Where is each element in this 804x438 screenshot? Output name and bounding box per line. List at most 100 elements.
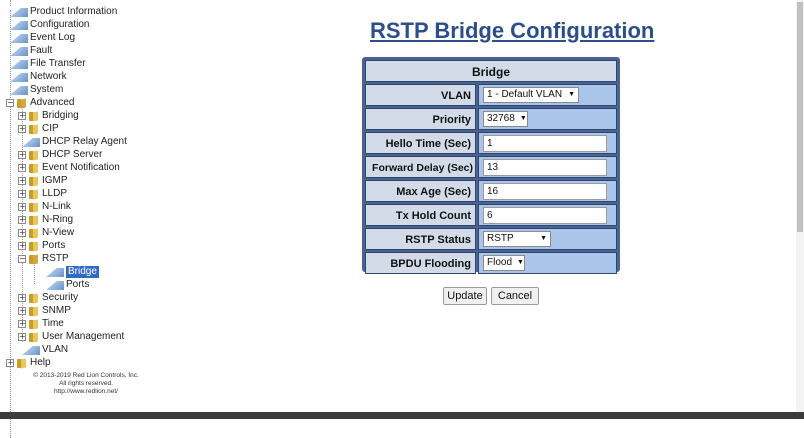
folder-icon <box>28 306 39 316</box>
expand-icon[interactable]: + <box>18 203 26 211</box>
forward-delay-label: Forward Delay (Sec) <box>365 156 476 178</box>
page-icon <box>22 137 40 147</box>
page-icon <box>46 280 64 290</box>
expand-icon[interactable]: + <box>18 333 26 341</box>
tree-item-event-notification[interactable]: + Event Notification <box>18 162 120 174</box>
expand-icon[interactable]: + <box>18 125 26 133</box>
tree-item-security[interactable]: + Security <box>18 292 78 304</box>
collapse-icon[interactable]: − <box>18 255 26 263</box>
forward-delay-input[interactable]: 13 <box>483 158 607 176</box>
rights-line: All rights reserved. <box>59 380 113 387</box>
tree-item-dhcp-server[interactable]: + DHCP Server <box>18 149 102 161</box>
selected-tree-label: Bridge <box>66 266 99 278</box>
folder-icon <box>28 189 39 199</box>
rstp-status-label: RSTP Status <box>365 228 476 250</box>
max-age-input[interactable]: 16 <box>483 182 607 200</box>
expand-icon[interactable]: + <box>18 242 26 250</box>
expand-icon[interactable]: + <box>18 216 26 224</box>
dropdown-arrow-icon: ▼ <box>568 91 575 98</box>
folder-icon <box>28 215 39 225</box>
expand-icon[interactable]: + <box>18 190 26 198</box>
tree-item-fault[interactable]: Fault <box>10 45 52 57</box>
tree-item-dhcp-relay-agent[interactable]: DHCP Relay Agent <box>22 136 127 148</box>
max-age-label: Max Age (Sec) <box>365 180 476 202</box>
tree-item-product-information[interactable]: Product Information <box>10 6 117 18</box>
panel-header: Bridge <box>365 60 617 82</box>
tree-item-n-view[interactable]: + N-View <box>18 227 74 239</box>
tree-item-cip[interactable]: + CIP <box>18 123 59 135</box>
website-link[interactable]: http://www.redlion.net/ <box>6 388 166 396</box>
expand-icon[interactable]: + <box>18 164 26 172</box>
dropdown-arrow-icon: ▼ <box>519 115 527 122</box>
expand-icon[interactable]: + <box>18 229 26 237</box>
tree-item-rstp-bridge[interactable]: Bridge <box>46 266 99 278</box>
hello-time-input[interactable]: 1 <box>483 134 607 152</box>
tree-item-user-management[interactable]: + User Management <box>18 331 124 343</box>
rstp-status-select[interactable]: RSTP ▼ <box>483 231 551 247</box>
max-age-row: Max Age (Sec) 16 <box>365 180 617 202</box>
folder-icon <box>16 358 27 368</box>
page-title: RSTP Bridge Configuration <box>370 18 655 43</box>
rstp-status-row: RSTP Status RSTP ▼ <box>365 228 617 250</box>
bridge-panel: Bridge VLAN 1 - Default VLAN ▼ Priority 3… <box>362 57 620 274</box>
expand-icon[interactable]: + <box>18 112 26 120</box>
vlan-row: VLAN 1 - Default VLAN ▼ <box>365 84 617 106</box>
vlan-select[interactable]: 1 - Default VLAN ▼ <box>483 87 579 103</box>
expand-icon[interactable]: + <box>18 294 26 302</box>
bpdu-flooding-row: BPDU Flooding Flood ▼ <box>365 252 617 274</box>
bpdu-flooding-select[interactable]: Flood ▼ <box>483 255 525 271</box>
folder-icon <box>28 111 39 121</box>
tree-item-vlan[interactable]: VLAN <box>22 344 68 356</box>
page-icon <box>22 345 40 355</box>
page-icon <box>46 267 64 277</box>
tree-item-n-link[interactable]: + N-Link <box>18 201 71 213</box>
tree-item-igmp[interactable]: + IGMP <box>18 175 68 187</box>
tree-item-lldp[interactable]: + LLDP <box>18 188 67 200</box>
tree-item-file-transfer[interactable]: File Transfer <box>10 58 86 70</box>
folder-icon <box>28 124 39 134</box>
update-button[interactable]: Update <box>443 287 487 305</box>
folder-icon <box>28 293 39 303</box>
folder-icon <box>28 241 39 251</box>
copyright-line: © 2013-2019 Red Lion Controls, Inc. <box>33 372 139 379</box>
folder-icon <box>28 163 39 173</box>
expand-icon[interactable]: + <box>6 359 14 367</box>
scrollbar-thumb[interactable] <box>797 2 803 232</box>
folder-icon <box>28 228 39 238</box>
cancel-button[interactable]: Cancel <box>491 287 539 305</box>
tree-item-rstp-ports[interactable]: Ports <box>46 279 89 291</box>
vlan-label: VLAN <box>365 84 476 106</box>
priority-row: Priority 32768 ▼ <box>365 108 617 130</box>
expand-icon[interactable]: + <box>18 151 26 159</box>
tree-item-network[interactable]: Network <box>10 71 67 83</box>
tree-item-system[interactable]: System <box>10 84 63 96</box>
page-icon <box>10 20 28 30</box>
expand-icon[interactable]: + <box>18 307 26 315</box>
tree-item-n-ring[interactable]: + N-Ring <box>18 214 73 226</box>
collapse-icon[interactable]: − <box>6 99 14 107</box>
tree-item-configuration[interactable]: Configuration <box>10 19 89 31</box>
hello-time-row: Hello Time (Sec) 1 <box>365 132 617 154</box>
copyright-footer: © 2013-2019 Red Lion Controls, Inc. All … <box>6 372 166 396</box>
tree-item-ports[interactable]: + Ports <box>18 240 65 252</box>
expand-icon[interactable]: + <box>18 177 26 185</box>
bpdu-flooding-label: BPDU Flooding <box>365 252 476 274</box>
page-icon <box>10 72 28 82</box>
tree-item-bridging[interactable]: + Bridging <box>18 110 79 122</box>
window-bottom-edge <box>0 412 804 419</box>
tree-item-advanced[interactable]: − Advanced <box>6 97 74 109</box>
folder-icon <box>28 319 39 329</box>
tree-item-help[interactable]: + Help <box>6 357 51 369</box>
tree-item-time[interactable]: + Time <box>18 318 64 330</box>
forward-delay-row: Forward Delay (Sec) 13 <box>365 156 617 178</box>
dropdown-arrow-icon: ▼ <box>540 235 547 242</box>
tree-item-snmp[interactable]: + SNMP <box>18 305 71 317</box>
expand-icon[interactable]: + <box>18 320 26 328</box>
hello-time-label: Hello Time (Sec) <box>365 132 476 154</box>
tree-item-event-log[interactable]: Event Log <box>10 32 75 44</box>
priority-select[interactable]: 32768 ▼ <box>483 111 528 127</box>
tx-hold-count-input[interactable]: 6 <box>483 206 607 224</box>
page-icon <box>10 46 28 56</box>
tree-item-rstp[interactable]: − RSTP <box>18 253 69 265</box>
priority-label: Priority <box>365 108 476 130</box>
